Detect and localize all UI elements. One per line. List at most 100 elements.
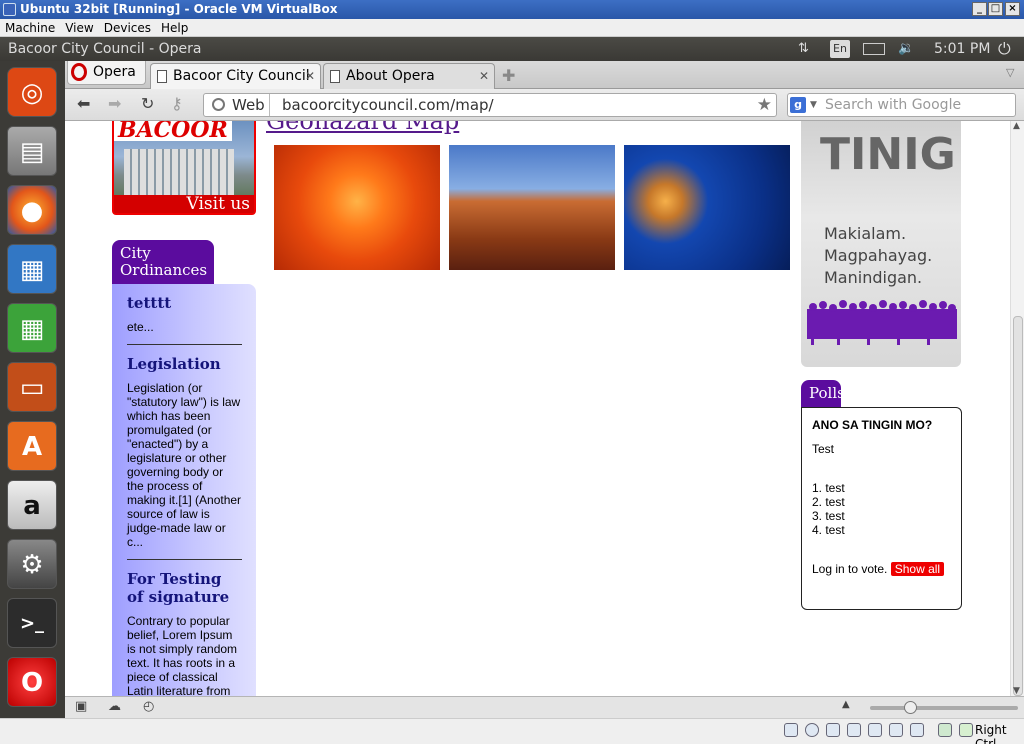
menu-machine[interactable]: Machine [0,19,60,37]
calc-icon[interactable]: ▦ [7,303,57,353]
poll-option: 2. test [812,495,845,509]
page-viewport: BACOOR Visit us Geohazard Map City Ordin… [66,121,1010,696]
host-key-label: Right Ctrl [975,723,1007,744]
poll-option: 3. test [812,509,845,523]
tab-close-icon[interactable]: ✕ [479,64,489,88]
ordinance-title[interactable]: tetttt [127,294,242,312]
volume-icon[interactable]: 🔉 [898,37,914,61]
key-icon[interactable]: ⚷ [171,94,183,113]
search-placeholder: Search with Google [825,97,962,113]
ordinance-excerpt: Legislation (or "statutory law") is law … [127,381,242,549]
scroll-down-icon[interactable]: ▼ [1013,686,1020,696]
search-field[interactable]: g ▼ Search with Google [787,93,1016,117]
scroll-thumb[interactable] [1013,316,1023,696]
opera-unite-cloud-icon[interactable]: ☁ [108,699,121,714]
login-to-vote-link[interactable]: Log in to vote. [812,562,887,576]
desert-photo[interactable] [449,145,615,270]
video-capture-icon[interactable] [910,723,924,737]
new-tab-icon[interactable]: ✚ [502,66,515,85]
mouse-integration-icon[interactable] [938,723,952,737]
writer-icon[interactable]: ▦ [7,244,57,294]
keyboard-capture-icon[interactable] [959,723,973,737]
bookmark-star-icon[interactable]: ★ [757,94,772,116]
unity-launcher: ◎ ▤ ● ▦ ▦ ▭ A a ⚙ >_ O [0,61,65,718]
tab-close-icon[interactable]: ✕ [305,64,315,88]
web-badge[interactable]: Web [204,94,270,116]
poll-question: ANO SA TINGIN MO? [812,418,933,432]
address-bar[interactable]: Web bacoorcitycouncil.com/map/ ★ [203,93,777,117]
minimize-button[interactable]: _ [972,2,987,16]
city-ordinances-panel: tetttt ete... Legislation Legislation (o… [112,284,256,696]
page-icon [157,70,167,83]
zoom-menu-icon[interactable]: ▲ [842,699,850,710]
bacoor-banner[interactable]: BACOOR Visit us [112,121,256,215]
usb-icon[interactable] [868,723,882,737]
divider [127,344,242,345]
vbox-window-title: Ubuntu 32bit [Running] - Oracle VM Virtu… [20,2,338,16]
show-all-button[interactable]: Show all [890,562,945,576]
ordinance-title[interactable]: Legislation [127,355,242,373]
menu-help[interactable]: Help [156,19,193,37]
virtualbox-icon [3,3,16,16]
zoom-slider[interactable] [870,706,1018,710]
network-transfer-icon[interactable]: ⇅ [798,37,809,61]
tinig-ad[interactable]: TINIG Makialam. Magpahayag. Manindigan. [801,121,961,367]
tinig-title: TINIG [820,129,956,180]
visit-us-label: Visit us [114,195,254,213]
vertical-scrollbar[interactable]: ▲ ▼ [1010,121,1024,696]
close-button[interactable]: × [1005,2,1020,16]
ordinance-title[interactable]: For Testing of signature [127,570,242,606]
tab-bacoor-city-council[interactable]: Bacoor City Council ✕ [150,63,321,89]
pencil-icon[interactable] [826,723,840,737]
zoom-slider-handle[interactable] [904,701,917,714]
network-icon[interactable] [847,723,861,737]
vbox-title-bar: Ubuntu 32bit [Running] - Oracle VM Virtu… [0,0,1024,19]
chevron-down-icon[interactable]: ▼ [810,94,817,116]
tinig-tagline: Makialam. Magpahayag. Manindigan. [824,224,933,287]
hard-disk-icon[interactable] [784,723,798,737]
speed-dial-icon[interactable]: ◴ [143,699,154,714]
firefox-icon[interactable]: ● [7,185,57,235]
vbox-menu-bar: Machine View Devices Help [0,19,1024,37]
globe-icon [212,98,225,111]
ordinance-excerpt: ete... [127,320,154,334]
polls-box: ANO SA TINGIN MO? Test 1. test 2. test 3… [801,407,962,610]
opera-menu-button[interactable]: Opera [67,61,146,85]
clock[interactable]: 5:01 PM [934,37,990,61]
forward-icon[interactable]: ➡ [108,94,121,113]
files-icon[interactable]: ▤ [7,126,57,176]
tab-about-opera[interactable]: About Opera ✕ [323,63,495,89]
tab-list-chevron-icon[interactable]: ▽ [1006,66,1014,79]
keyboard-indicator[interactable]: En [830,40,850,58]
url-text[interactable]: bacoorcitycouncil.com/map/ [282,94,494,116]
page-title-link[interactable]: Geohazard Map [266,121,459,135]
impress-icon[interactable]: ▭ [7,362,57,412]
city-hall-image [124,149,234,195]
vbox-status-bar: Right Ctrl [0,718,1024,744]
city-ordinances-tab: City Ordinances [112,240,214,284]
poll-subtitle: Test [812,442,835,456]
opera-icon[interactable]: O [7,657,57,707]
power-icon[interactable]: ⏻ [998,37,1011,61]
scroll-up-icon[interactable]: ▲ [1013,121,1020,131]
panel-toggle-icon[interactable]: ▣ [75,699,87,714]
ubuntu-dash-icon[interactable]: ◎ [7,67,57,117]
crowd-silhouette-icon [807,300,957,345]
settings-icon[interactable]: ⚙ [7,539,57,589]
menu-devices[interactable]: Devices [99,19,156,37]
google-icon[interactable]: g [790,97,806,113]
divider [127,559,242,560]
maximize-button[interactable]: □ [988,2,1003,16]
shared-folder-icon[interactable] [889,723,903,737]
jellyfish-photo[interactable] [624,145,790,270]
software-center-icon[interactable]: A [7,421,57,471]
reload-icon[interactable]: ↻ [141,94,154,113]
terminal-icon[interactable]: >_ [7,598,57,648]
flower-photo[interactable] [274,145,440,270]
back-icon[interactable]: ⬅ [77,94,90,113]
amazon-icon[interactable]: a [7,480,57,530]
optical-drive-icon[interactable] [805,723,819,737]
poll-option: 4. test [812,523,845,537]
menu-view[interactable]: View [60,19,98,37]
battery-icon[interactable] [863,43,885,55]
